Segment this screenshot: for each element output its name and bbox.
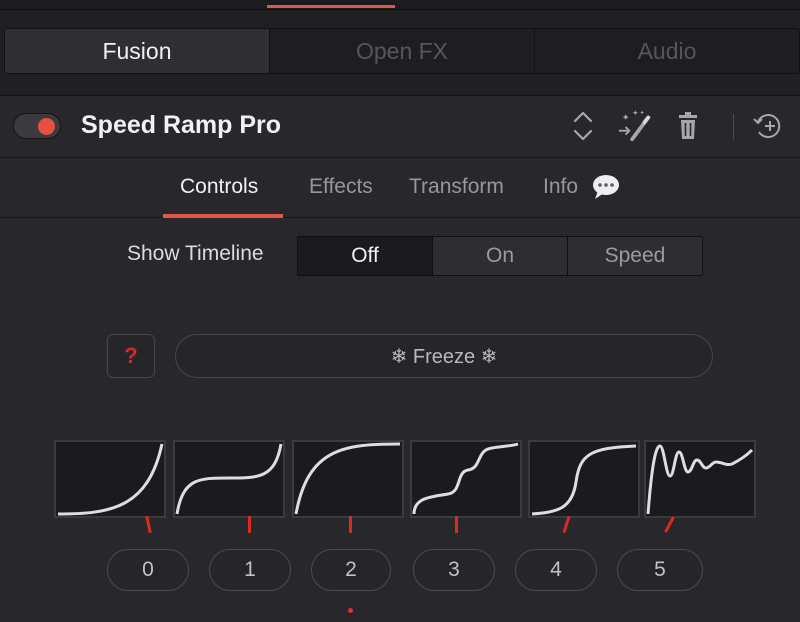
freeze-button[interactable]: ❄ Freeze ❄ [175, 334, 713, 378]
header-separator [733, 114, 734, 140]
preset-1-button[interactable]: 1 [209, 549, 291, 591]
effect-enable-toggle[interactable] [13, 113, 61, 139]
active-panel-indicator [267, 5, 395, 8]
show-timeline-segmented-control: Off On Speed [297, 236, 703, 276]
speech-bubble-icon[interactable] [591, 173, 621, 201]
trash-icon[interactable] [670, 108, 706, 144]
active-tab-underline [163, 214, 283, 218]
preset-3-marker [455, 516, 458, 533]
category-fusion[interactable]: Fusion [5, 29, 270, 73]
preset-2-button[interactable]: 2 [311, 549, 391, 591]
preset-2-thumbnail[interactable] [292, 440, 404, 518]
svg-text:✦: ✦ [640, 110, 645, 117]
preset-0-thumbnail[interactable] [54, 440, 166, 518]
double-step-curve-icon [412, 442, 519, 515]
ease-out-curve-icon [294, 442, 401, 515]
tab-info[interactable]: Info [543, 175, 578, 199]
show-timeline-off[interactable]: Off [298, 237, 433, 275]
show-timeline-speed[interactable]: Speed [568, 237, 702, 275]
preset-1-marker [248, 516, 251, 533]
bounce-curve-icon [646, 444, 754, 515]
show-timeline-label: Show Timeline [127, 242, 264, 265]
preset-2-marker [349, 516, 352, 533]
category-bar: Fusion Open FX Audio [0, 10, 800, 96]
selected-preset-dot [348, 608, 353, 613]
category-segmented-control: Fusion Open FX Audio [4, 28, 800, 74]
tab-bar: Controls Effects Transform Info [0, 158, 800, 218]
inspector-panel: Fusion Open FX Audio Speed Ramp Pro ✦ ✦ [0, 0, 800, 622]
tab-transform[interactable]: Transform [409, 175, 504, 199]
preset-4-thumbnail[interactable] [528, 440, 640, 518]
ease-in-curve-icon [57, 443, 164, 516]
tab-controls[interactable]: Controls [180, 175, 258, 199]
svg-text:✦: ✦ [632, 109, 639, 118]
updown-chevron-icon[interactable] [565, 108, 601, 144]
svg-text:✦: ✦ [622, 112, 630, 123]
category-audio[interactable]: Audio [535, 29, 799, 73]
preset-3-thumbnail[interactable] [410, 440, 522, 518]
category-open-fx[interactable]: Open FX [270, 29, 535, 73]
effect-header: Speed Ramp Pro ✦ ✦ ✦ [0, 96, 800, 158]
help-button[interactable]: ? [107, 334, 155, 378]
step-curve-icon [531, 444, 637, 516]
top-strip [0, 0, 800, 10]
preset-4-marker [562, 515, 571, 534]
preset-4-button[interactable]: 4 [515, 549, 597, 591]
preset-3-button[interactable]: 3 [413, 549, 495, 591]
tab-effects[interactable]: Effects [309, 175, 373, 199]
show-timeline-on[interactable]: On [433, 237, 568, 275]
help-icon: ? [124, 343, 138, 368]
preset-0-button[interactable]: 0 [107, 549, 189, 591]
s-curve-icon [175, 443, 283, 515]
reset-icon[interactable] [750, 108, 786, 144]
preset-1-thumbnail[interactable] [173, 440, 285, 518]
preset-5-marker [664, 516, 675, 533]
preset-5-thumbnail[interactable] [644, 440, 756, 518]
preset-5-button[interactable]: 5 [617, 549, 703, 591]
magic-wand-icon[interactable]: ✦ ✦ ✦ [617, 108, 653, 144]
preset-0-marker [145, 515, 152, 534]
effect-title: Speed Ramp Pro [81, 111, 282, 139]
toggle-knob [38, 118, 55, 135]
